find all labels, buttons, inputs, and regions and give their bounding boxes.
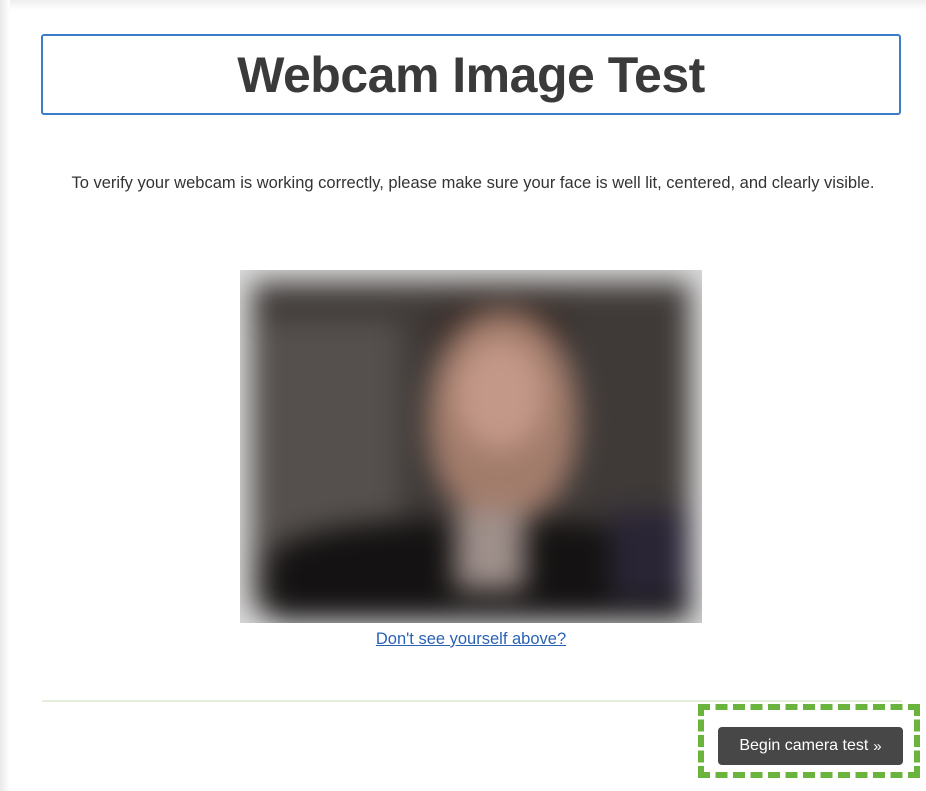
webcam-test-page: Webcam Image Test To verify your webcam … bbox=[0, 0, 926, 791]
webcam-preview bbox=[240, 270, 702, 623]
begin-camera-test-button[interactable]: Begin camera test » bbox=[718, 727, 903, 765]
divider bbox=[42, 700, 902, 702]
window-edge-left bbox=[0, 0, 10, 791]
window-edge-top bbox=[10, 0, 926, 10]
dont-see-yourself-link[interactable]: Don't see yourself above? bbox=[240, 630, 702, 649]
begin-button-label: Begin camera test bbox=[739, 737, 869, 754]
double-chevron-right-icon: » bbox=[873, 738, 882, 755]
title-box: Webcam Image Test bbox=[41, 34, 901, 115]
page-title: Webcam Image Test bbox=[237, 46, 705, 103]
instructions-text: To verify your webcam is working correct… bbox=[71, 174, 875, 192]
webcam-preview-image bbox=[240, 270, 702, 623]
